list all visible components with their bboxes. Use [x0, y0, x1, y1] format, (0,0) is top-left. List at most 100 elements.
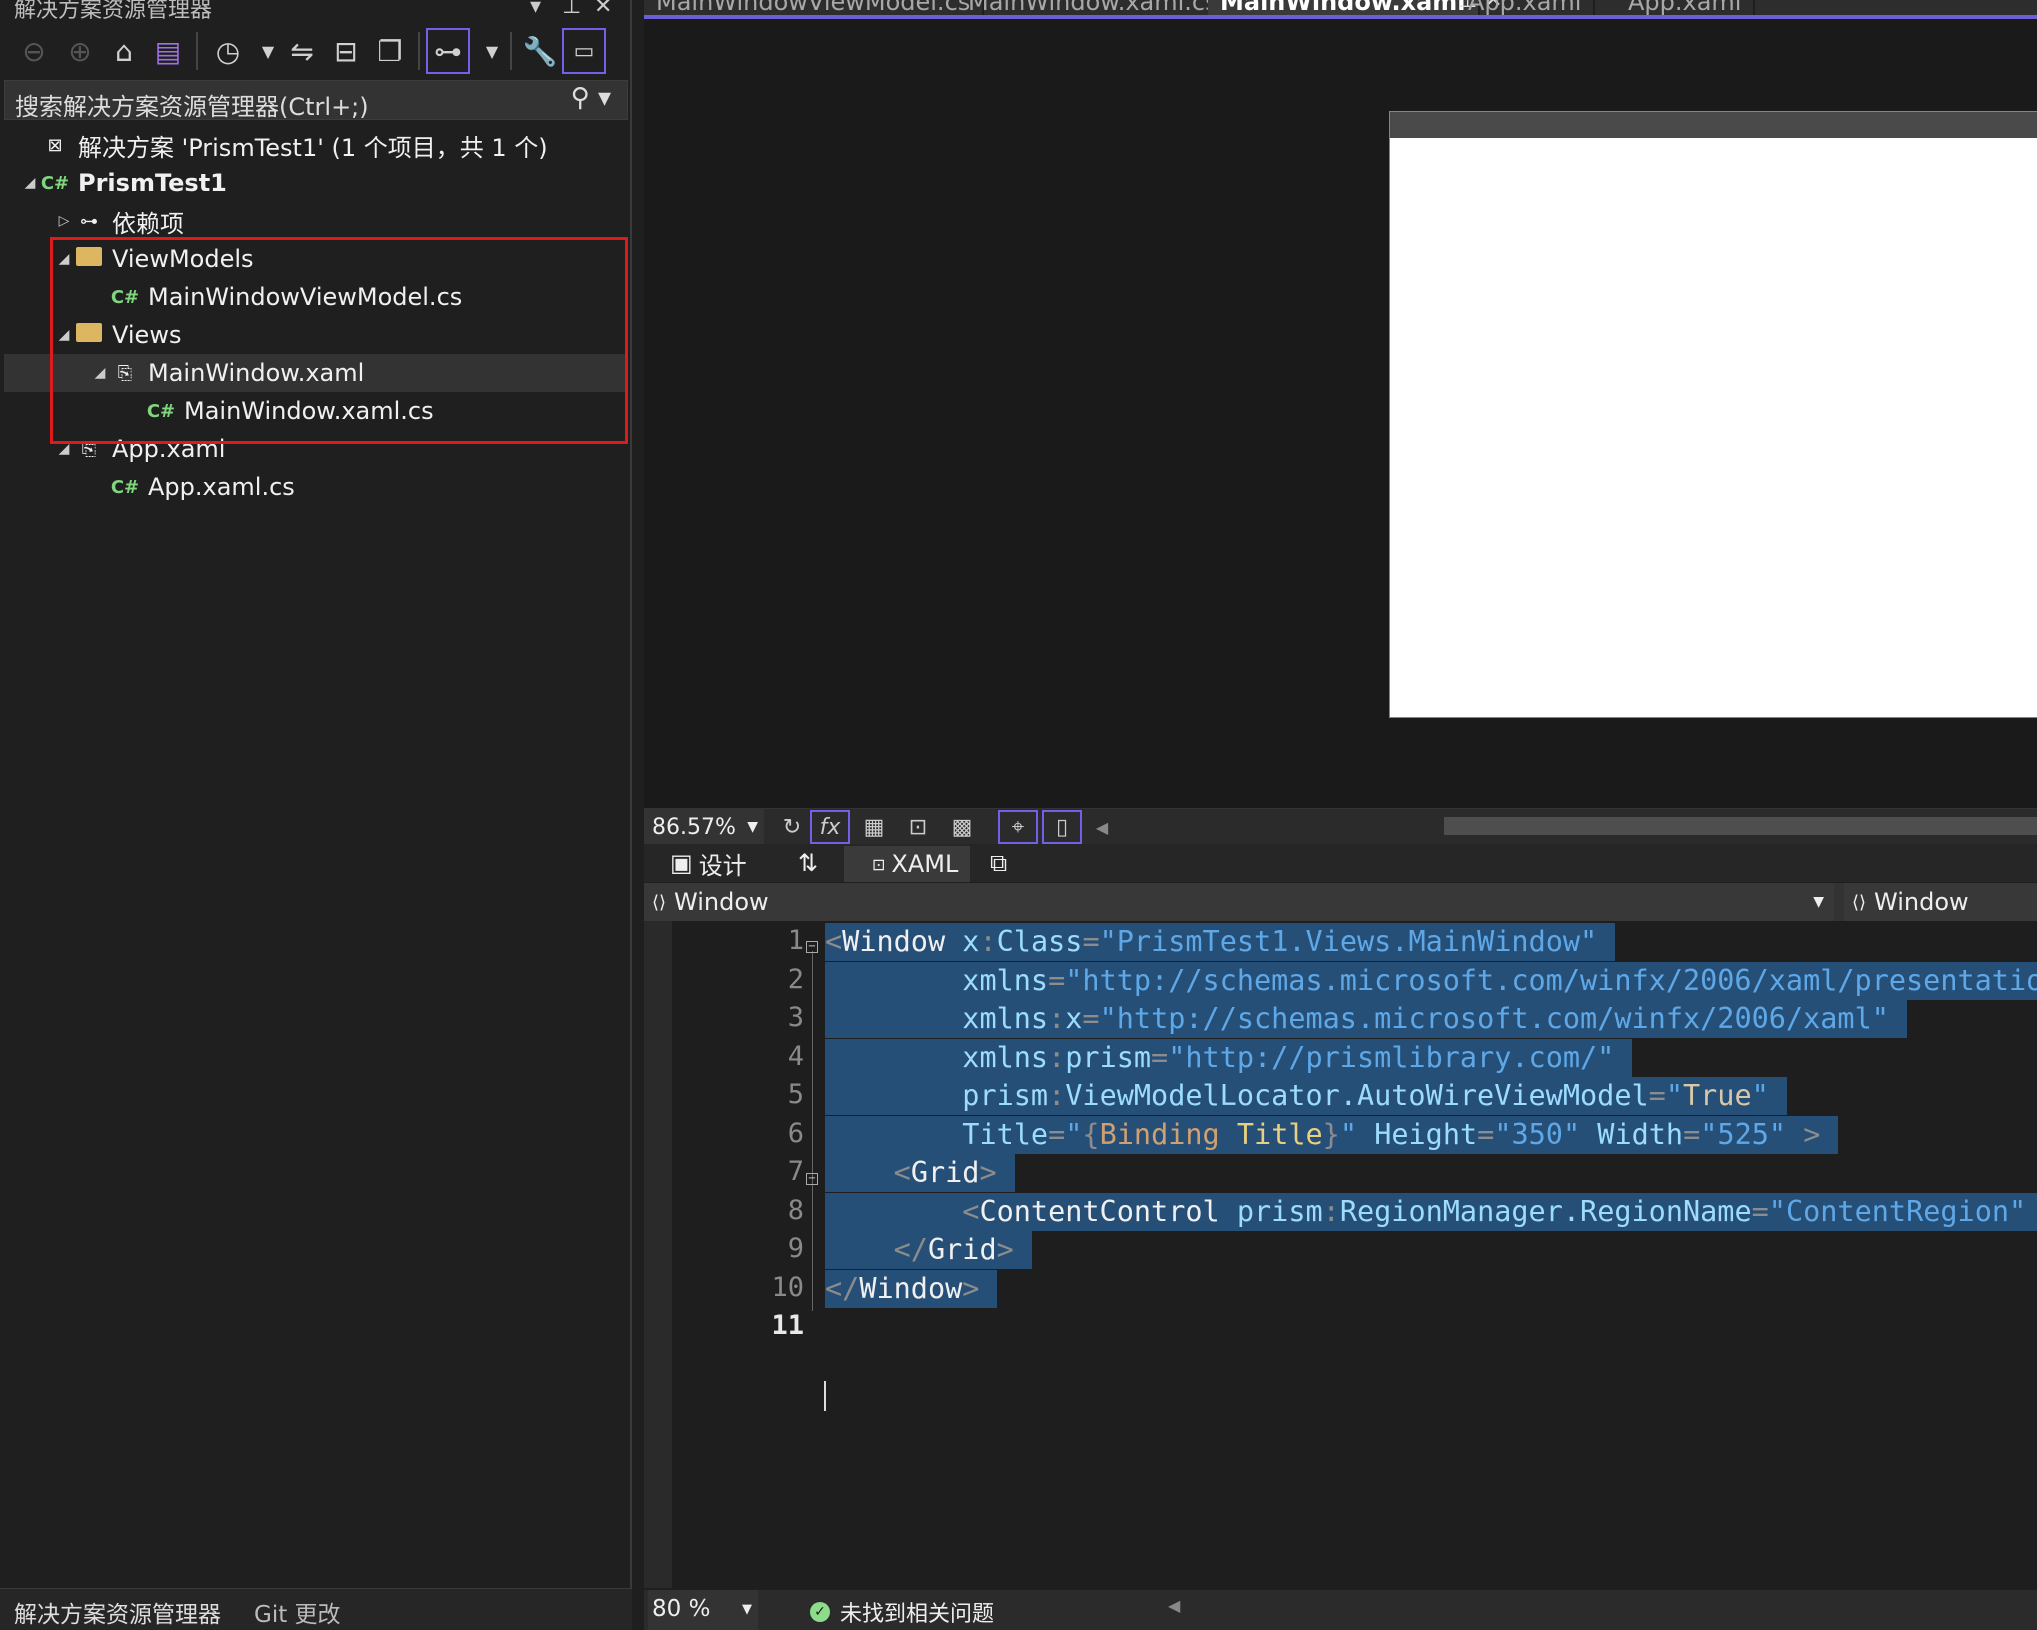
code-line[interactable]: <Window x:Class="PrismTest1.Views.MainWi… [825, 923, 1616, 961]
snap-lines-icon[interactable]: ⌖ [998, 810, 1038, 844]
element-selector[interactable]: ⟨⟩ Window ▼ [644, 883, 1834, 921]
code-line[interactable]: prism:ViewModelLocator.AutoWireViewModel… [825, 1077, 1787, 1115]
search-input[interactable]: 搜索解决方案资源管理器(Ctrl+;) ⚲ ▾ [4, 80, 628, 121]
show-all-files-icon[interactable]: ⊶ [426, 28, 470, 74]
selection-highlight: <ContentControl prism:RegionManager.Regi… [825, 1192, 2037, 1231]
tab-4[interactable]: App.xaml [1616, 0, 1756, 16]
tab-2[interactable]: MainWindow.xaml [1208, 0, 1480, 16]
copy-icon[interactable]: ❐ [368, 28, 412, 74]
code-token: = [1751, 1194, 1769, 1228]
code-token: "ContentRegion" [1768, 1194, 2027, 1228]
code-token: = [1648, 1079, 1666, 1112]
highlight-annotation-box [50, 237, 628, 444]
tree-item-label: PrismTest1 [78, 169, 227, 197]
code-token: : [1048, 1079, 1066, 1112]
code-token: : [1048, 1002, 1066, 1035]
code-token: "350" [1494, 1117, 1581, 1151]
pending-changes-filter-icon[interactable]: ◷ [206, 28, 250, 74]
code-line[interactable]: </Window> [825, 1269, 998, 1308]
code-line[interactable]: <Grid> [825, 1154, 1015, 1192]
horizontal-scrollbar[interactable] [1444, 817, 2037, 835]
tree-item-label: 依赖项 [112, 209, 184, 238]
tree-item-label: App.xaml.cs [148, 473, 295, 501]
code-line[interactable]: xmlns="http://schemas.microsoft.com/winf… [825, 961, 2037, 1000]
preview-selected-icon[interactable]: ▭ [562, 28, 606, 74]
swap-panes-icon[interactable]: ⇅ [798, 846, 818, 880]
snap-grid-icon[interactable]: ⊡ [898, 810, 938, 844]
collapse-icon[interactable]: − [806, 1173, 818, 1185]
code-token: x [1065, 1002, 1083, 1035]
expand-arrow-icon[interactable]: ▷ [54, 213, 74, 229]
tab-solution-explorer[interactable]: 解决方案资源管理器 [14, 1595, 221, 1629]
selection-highlight: </Grid> [825, 1231, 1032, 1269]
scroll-left-icon[interactable]: ◀ [1082, 810, 1122, 844]
line-number: 9 [787, 1233, 804, 1264]
code-token: Grid [927, 1233, 997, 1266]
dropdown-icon[interactable]: ▾ [530, 0, 541, 19]
dependencies-icon: ⊶ [80, 210, 98, 232]
issues-status[interactable]: ✓ 未找到相关问题 [810, 1596, 994, 1628]
search-icon[interactable]: ⚲ ▾ [571, 83, 611, 113]
collapse-icon[interactable]: − [806, 941, 818, 953]
csharp-project-icon: C# [40, 172, 70, 194]
tab-3[interactable]: App.xaml [1456, 0, 1596, 16]
forward-icon[interactable]: ⊕ [58, 28, 102, 74]
member-selector-value: Window [1874, 888, 1969, 916]
selection-highlight: xmlns:prism="http://prismlibrary.com/" [825, 1038, 1633, 1077]
editor-zoom-select[interactable]: 80 % ▼ [648, 1590, 758, 1630]
code-token: xmlns [962, 1002, 1049, 1035]
tree-item[interactable]: ⊠ 解决方案 'PrismTest1' (1 个项目，共 1 个) [4, 126, 628, 164]
code-token: { [1082, 1117, 1100, 1151]
selection-highlight: <Grid> [825, 1154, 1015, 1192]
fx-icon[interactable]: fx [810, 810, 850, 844]
grid-icon[interactable]: ▦ [854, 810, 894, 844]
tab-git-changes[interactable]: Git 更改 [254, 1595, 341, 1629]
code-token: prism [962, 1079, 1049, 1112]
tree-item[interactable]: ▷ ⊶ 依赖项 [4, 202, 628, 240]
member-selector[interactable]: ⟨⟩ Window [1844, 883, 2037, 921]
vs-solution-icon[interactable]: ▤ [146, 28, 190, 74]
code-token: Title [1236, 1117, 1323, 1151]
window-preview[interactable] [1389, 111, 2037, 718]
code-line[interactable]: xmlns:x="http://schemas.microsoft.com/wi… [825, 1000, 1907, 1038]
pin-icon[interactable]: ⊥ [562, 0, 581, 19]
checkerboard-icon[interactable]: ▩ [942, 810, 982, 844]
line-number: 1 [787, 925, 804, 956]
code-editor[interactable]: − − <Window x:Class="PrismTest1.Views.Ma… [644, 921, 2037, 1588]
tab-xaml[interactable]: ⊡ XAML [844, 846, 971, 882]
code-token: RegionManager.RegionName [1339, 1194, 1752, 1228]
code-line[interactable]: Title="{Binding Title}" Height="350" Wid… [825, 1115, 1839, 1154]
scroll-left-icon[interactable]: ◀ [1168, 1596, 1180, 1615]
collapse-all-icon[interactable]: ⊟ [324, 28, 368, 74]
code-line[interactable]: xmlns:prism="http://prismlibrary.com/" [825, 1038, 1633, 1077]
device-icon[interactable]: ▯ [1042, 810, 1082, 844]
refresh-icon[interactable]: ↻ [772, 810, 812, 844]
editor-status-bar: 80 % ▼ ✓ 未找到相关问题 ◀ [644, 1590, 2037, 1630]
close-icon[interactable]: ✕ [594, 0, 612, 19]
code-token: ContentControl [979, 1194, 1220, 1228]
code-line[interactable]: <ContentControl prism:RegionManager.Regi… [825, 1192, 2037, 1231]
wrench-icon[interactable]: 🔧 [518, 28, 562, 74]
editor-margin [644, 921, 672, 1588]
tree-item[interactable]: C# App.xaml.cs [4, 468, 628, 506]
back-icon[interactable]: ⊖ [12, 28, 56, 74]
code-token: < [893, 1156, 911, 1189]
chevron-down-icon[interactable]: ▼ [470, 28, 514, 74]
tab-0[interactable]: MainWindowViewModel.cs [644, 0, 985, 16]
home-icon[interactable]: ⌂ [102, 28, 146, 74]
popout-icon[interactable]: ⧉ [990, 846, 1007, 880]
expand-arrow-icon[interactable]: ◢ [20, 175, 40, 191]
tab-1[interactable]: MainWindow.xaml.cs [956, 0, 1232, 16]
tree-item[interactable]: ◢ C# PrismTest1 [4, 164, 628, 202]
design-tab-label: 设计 [698, 851, 747, 880]
line-number: 8 [787, 1194, 804, 1226]
tab-design[interactable]: ▣ 设计 [670, 846, 747, 880]
zoom-select[interactable]: 86.57% ▼ [644, 809, 764, 845]
code-line[interactable]: </Grid> [825, 1231, 1032, 1269]
line-number: 7 [787, 1156, 804, 1187]
sync-icon[interactable]: ⇋ [280, 28, 324, 74]
